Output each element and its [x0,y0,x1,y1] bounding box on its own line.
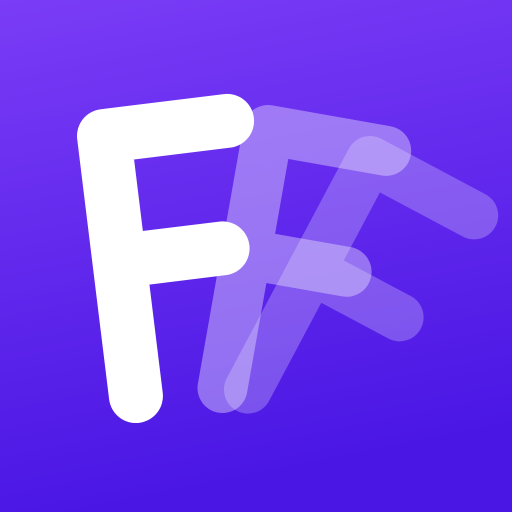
app-icon-artwork [0,0,512,512]
app-icon [0,0,512,512]
